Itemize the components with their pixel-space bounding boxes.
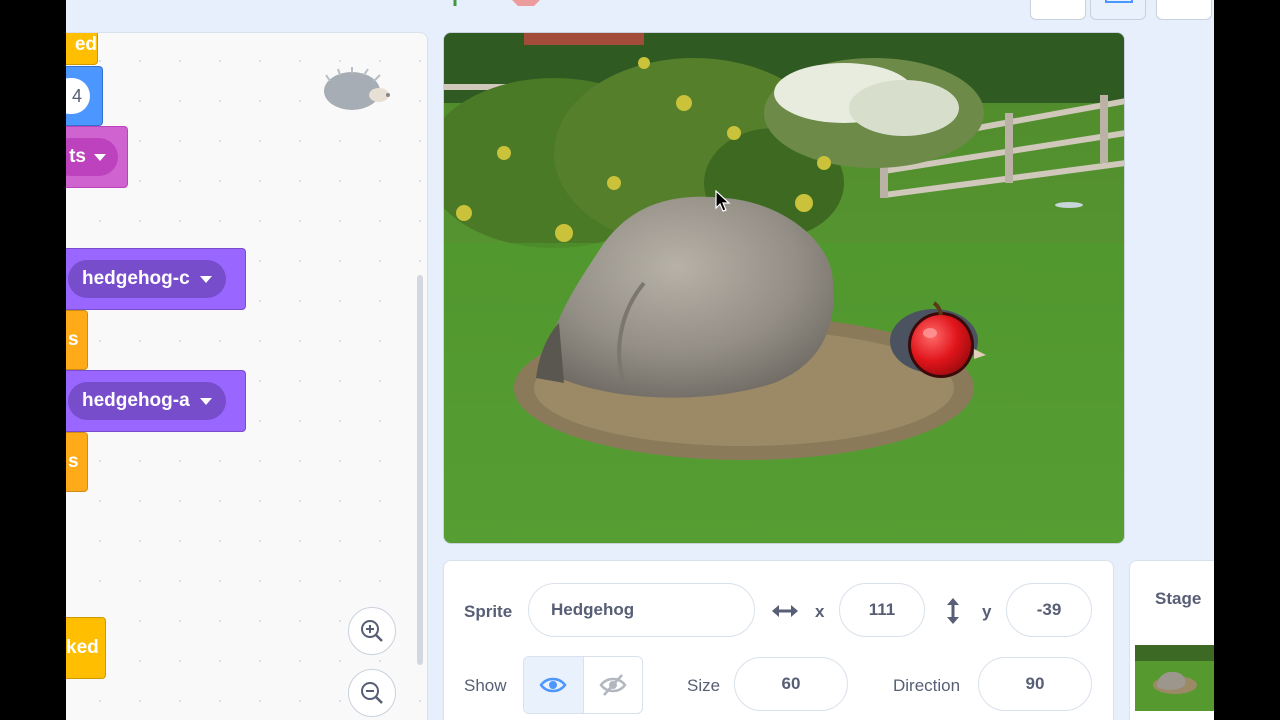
chevron-down-icon xyxy=(199,275,212,283)
backdrop-rocks-image xyxy=(444,33,1124,543)
green-flag-icon[interactable] xyxy=(451,0,481,8)
motion-block[interactable]: 4 xyxy=(66,66,103,126)
wait-block[interactable]: s xyxy=(66,432,88,492)
looks-block[interactable]: ts xyxy=(66,126,128,188)
y-value: -39 xyxy=(1036,600,1062,619)
wait-block[interactable]: s xyxy=(66,310,88,370)
number-input[interactable]: 4 xyxy=(66,78,90,114)
horizontal-arrows-icon xyxy=(772,605,798,617)
chevron-down-icon xyxy=(94,153,106,161)
costume-dropdown[interactable]: hedgehog-a xyxy=(68,382,226,420)
direction-value: 90 xyxy=(1025,674,1045,693)
code-area-scrollbar[interactable] xyxy=(417,275,423,665)
zoom-in-button[interactable] xyxy=(348,607,396,655)
size-value: 60 xyxy=(781,674,801,693)
mouse-cursor-icon xyxy=(715,190,731,212)
chevron-down-icon xyxy=(199,397,212,405)
switch-costume-block[interactable]: hedgehog-c xyxy=(66,248,246,310)
stage-panel-title: Stage xyxy=(1155,589,1202,608)
block-label: ed xyxy=(74,34,97,55)
number-value: 4 xyxy=(71,85,82,106)
block-label: ked xyxy=(66,637,99,658)
fullscreen-icon[interactable] xyxy=(1156,0,1212,20)
show-label: Show xyxy=(464,676,507,695)
show-toggle xyxy=(523,656,643,714)
zoom-out-button[interactable] xyxy=(348,669,396,717)
stop-icon[interactable] xyxy=(510,0,542,10)
code-area[interactable]: ed 4 ts hedgehog-c s hedgehog-a s ked xyxy=(66,32,428,720)
show-visible-button[interactable] xyxy=(524,657,583,713)
x-value: 111 xyxy=(868,600,896,619)
size-label: Size xyxy=(687,676,721,695)
stage-canvas[interactable] xyxy=(443,32,1125,544)
dropdown-label: hedgehog-a xyxy=(82,390,190,411)
zoom-in-icon xyxy=(361,620,383,642)
effect-dropdown[interactable]: ts xyxy=(66,138,118,176)
dropdown-label: hedgehog-c xyxy=(82,268,190,289)
x-position-input[interactable]: 111 xyxy=(839,583,925,637)
sprite-name-input[interactable]: Hedgehog xyxy=(528,583,755,637)
block-label: s xyxy=(68,451,79,472)
size-input[interactable]: 60 xyxy=(734,657,848,711)
dropdown-label: ts xyxy=(69,146,86,167)
direction-label: Direction xyxy=(893,676,961,695)
direction-input[interactable]: 90 xyxy=(978,657,1092,711)
events-block[interactable]: ed xyxy=(66,33,98,65)
vertical-arrows-icon xyxy=(947,598,959,624)
x-label: x xyxy=(815,602,825,621)
normal-stage-icon[interactable] xyxy=(1090,0,1146,20)
zoom-out-icon xyxy=(361,682,383,704)
stage-selector-panel[interactable]: Stage xyxy=(1129,560,1214,720)
eye-icon xyxy=(539,677,567,693)
y-position-input[interactable]: -39 xyxy=(1006,583,1092,637)
block-label: s xyxy=(68,329,79,350)
hedgehog-sprite-icon xyxy=(324,67,390,110)
show-hidden-button[interactable] xyxy=(582,657,643,713)
sprite-name-value: Hedgehog xyxy=(551,600,635,619)
costume-dropdown[interactable]: hedgehog-c xyxy=(68,260,226,298)
sprite-label: Sprite xyxy=(464,602,513,621)
stage-backdrop-thumbnail[interactable] xyxy=(1135,645,1214,711)
eye-slash-icon xyxy=(599,674,627,696)
when-clicked-block[interactable]: ked xyxy=(66,617,106,679)
switch-costume-block[interactable]: hedgehog-a xyxy=(66,370,246,432)
y-label: y xyxy=(982,602,992,621)
small-stage-icon[interactable] xyxy=(1030,0,1086,20)
scratch-editor: ed 4 ts hedgehog-c s hedgehog-a s ked Sp… xyxy=(66,0,1214,720)
